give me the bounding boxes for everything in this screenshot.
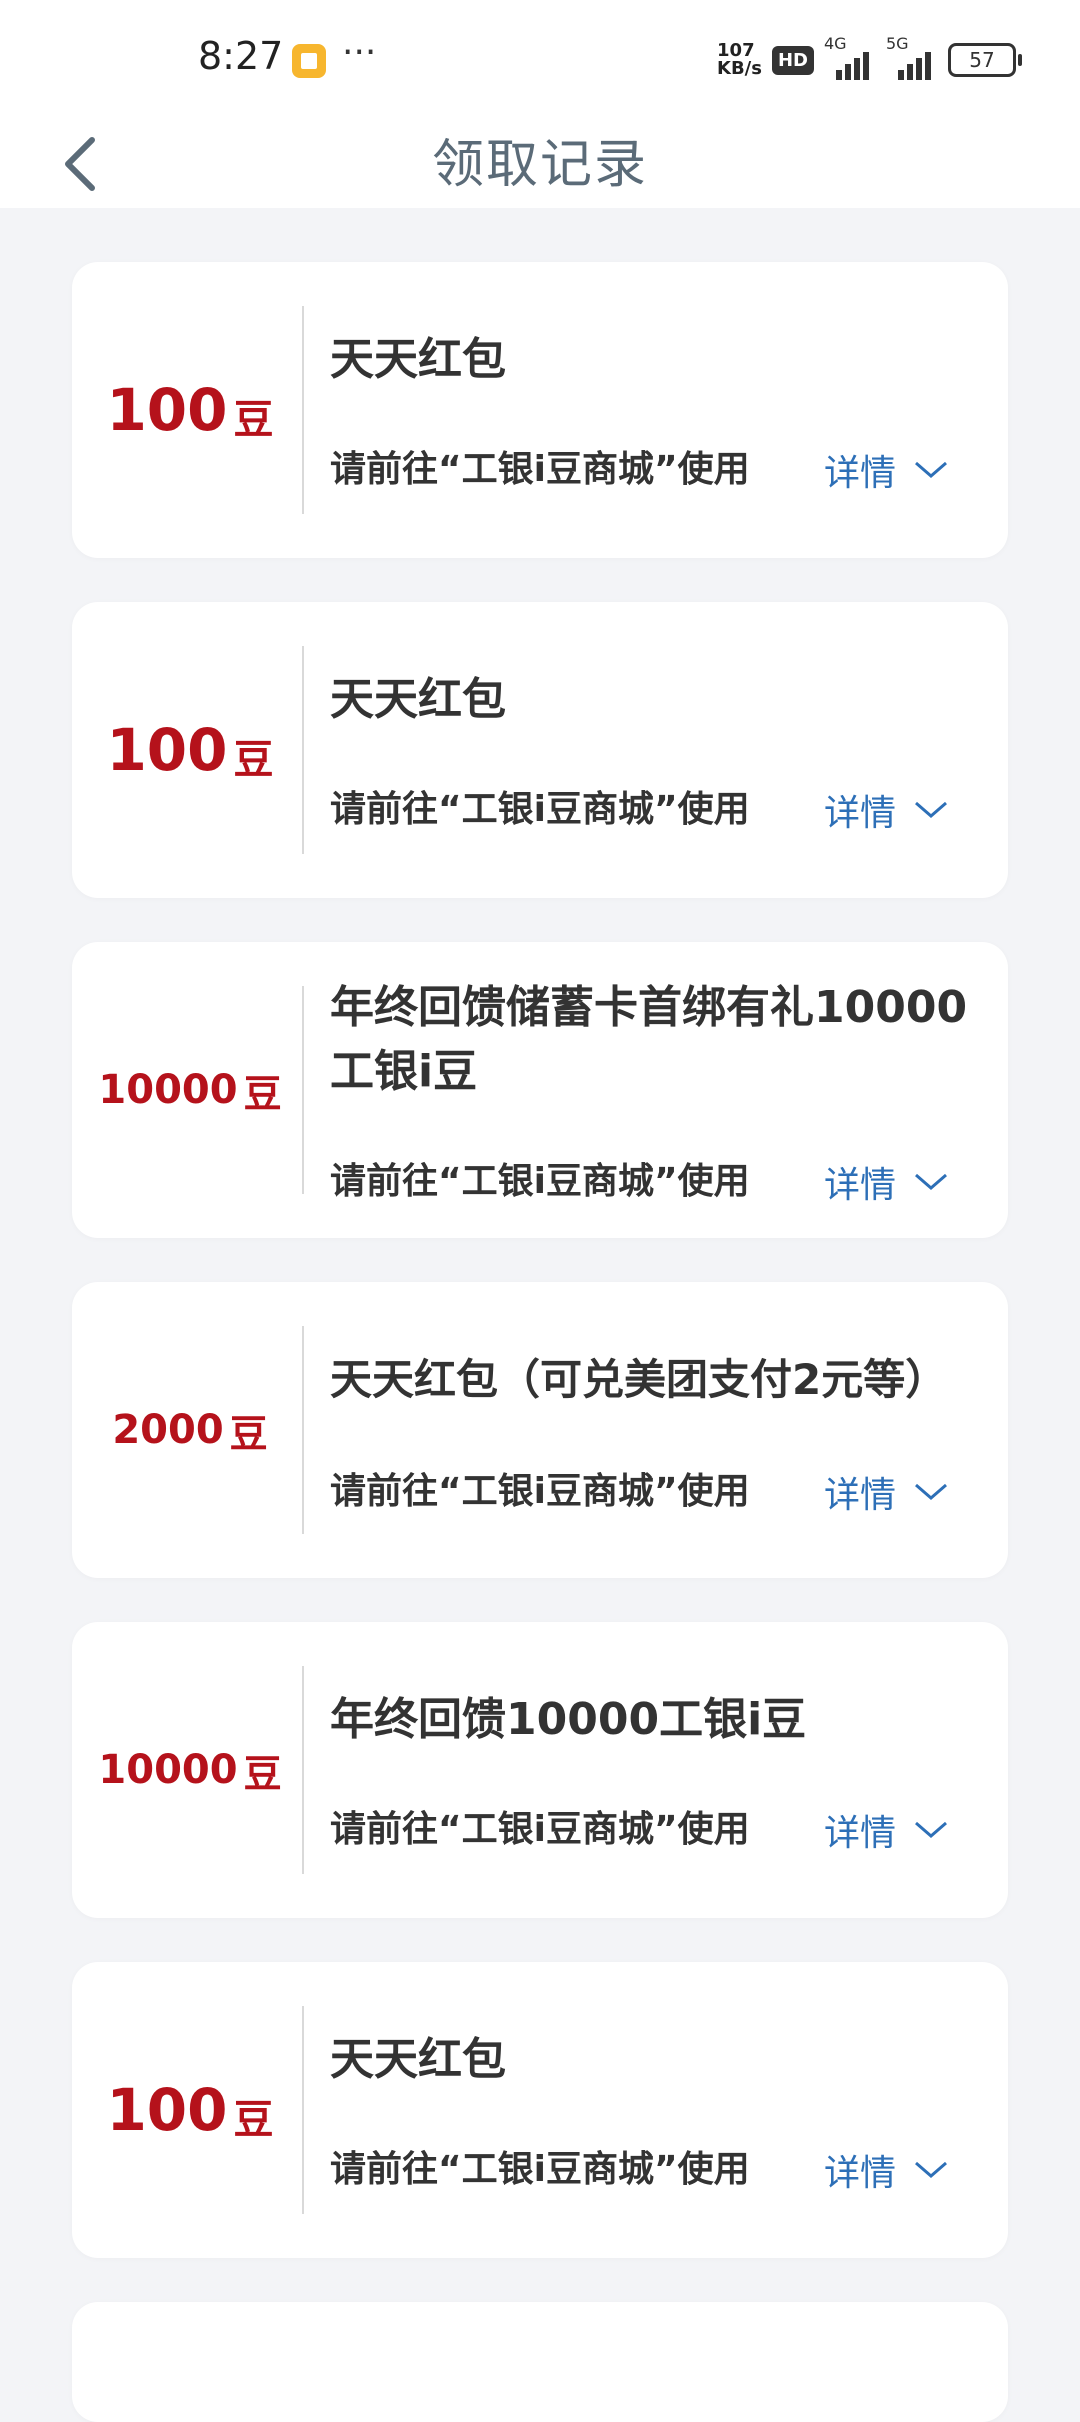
card-divider [302, 986, 304, 1194]
record-title: 年终回馈储蓄卡首绑有礼10000工银i豆 [330, 982, 968, 1097]
record-title: 天天红包 [330, 334, 506, 385]
record-title: 天天红包（可兑美团支付2元等） [330, 1355, 948, 1404]
record-amount: 10000 豆 [72, 1622, 308, 1918]
amount-value: 100 [106, 2076, 228, 2144]
record-description: 请前往“工银i豆商城”使用 [330, 789, 750, 830]
status-bar: 8:27 ··· 107 KB/s HD 4G 5G 57 [0, 0, 1080, 124]
amount-value: 10000 [98, 1067, 238, 1113]
records-list: 100 豆 天天红包 请前往“工银i豆商城”使用 详情 100 豆 天天红包 请… [0, 208, 1080, 2422]
network-speed-unit: KB/s [717, 58, 762, 79]
record-card: 100 豆 天天红包 请前往“工银i豆商城”使用 详情 [72, 602, 1008, 898]
signal-5g-label: 5G [886, 34, 909, 53]
chevron-down-icon [915, 1483, 947, 1500]
details-label: 详情 [823, 453, 896, 494]
record-card: 10000 豆 年终回馈10000工银i豆 请前往“工银i豆商城”使用 详情 [72, 1622, 1008, 1918]
record-description: 请前往“工银i豆商城”使用 [330, 2149, 750, 2190]
amount-unit: 豆 [229, 1411, 268, 1456]
details-toggle[interactable]: 详情 [824, 2144, 948, 2196]
notes-app-icon [292, 44, 326, 78]
chevron-down-icon [915, 1821, 947, 1838]
record-amount: 10000 豆 [72, 942, 308, 1238]
details-toggle[interactable]: 详情 [824, 1804, 948, 1856]
card-divider [302, 2006, 304, 2214]
details-label: 详情 [823, 1813, 896, 1854]
amount-unit: 豆 [233, 2097, 274, 2143]
record-title: 天天红包 [330, 2034, 506, 2085]
record-card: 100 豆 天天红包 请前往“工银i豆商城”使用 详情 [72, 262, 1008, 558]
signal-4g-icon: 4G [824, 34, 876, 80]
record-card-partial [72, 2302, 1008, 2422]
card-divider [302, 306, 304, 514]
page-title: 领取记录 [431, 135, 648, 195]
details-toggle[interactable]: 详情 [824, 1466, 948, 1518]
signal-4g-label: 4G [824, 34, 847, 53]
record-amount: 100 豆 [72, 262, 308, 558]
card-divider [302, 646, 304, 854]
record-description: 请前往“工银i豆商城”使用 [330, 1161, 750, 1202]
amount-value: 10000 [98, 1747, 238, 1793]
chevron-down-icon [915, 1173, 947, 1190]
record-amount: 100 豆 [72, 1962, 308, 2258]
record-description: 请前往“工银i豆商城”使用 [330, 1471, 750, 1512]
amount-value: 100 [106, 376, 228, 444]
status-indicators: 107 KB/s HD 4G 5G 57 [717, 34, 1022, 80]
amount-value: 100 [106, 716, 228, 784]
details-toggle[interactable]: 详情 [824, 444, 948, 496]
page-header: 领取记录 [0, 116, 1080, 208]
record-amount: 2000 豆 [72, 1282, 308, 1578]
hd-badge: HD [771, 45, 814, 75]
record-card: 2000 豆 天天红包（可兑美团支付2元等） 请前往“工银i豆商城”使用 详情 [72, 1282, 1008, 1578]
details-label: 详情 [823, 2153, 896, 2194]
amount-unit: 豆 [243, 1751, 282, 1796]
amount-value: 2000 [112, 1407, 224, 1453]
chevron-down-icon [915, 801, 947, 818]
record-title: 天天红包 [330, 674, 506, 725]
amount-unit: 豆 [243, 1071, 282, 1116]
record-card: 100 豆 天天红包 请前往“工银i豆商城”使用 详情 [72, 1962, 1008, 2258]
record-description: 请前往“工银i豆商城”使用 [330, 1809, 750, 1850]
details-label: 详情 [823, 1165, 896, 1206]
more-notifications-icon: ··· [342, 32, 377, 73]
amount-unit: 豆 [233, 737, 274, 783]
status-time: 8:27 [198, 34, 284, 78]
record-title: 年终回馈10000工银i豆 [330, 1694, 807, 1745]
signal-5g-icon: 5G [886, 34, 938, 80]
chevron-down-icon [915, 2161, 947, 2178]
details-label: 详情 [823, 1475, 896, 1516]
network-speed: 107 KB/s [717, 42, 762, 78]
record-card: 10000 豆 年终回馈储蓄卡首绑有礼10000工银i豆 请前往“工银i豆商城”… [72, 942, 1008, 1238]
amount-unit: 豆 [233, 397, 274, 443]
details-toggle[interactable]: 详情 [824, 784, 948, 836]
battery-icon: 57 [948, 43, 1022, 77]
details-label: 详情 [823, 793, 896, 834]
details-toggle[interactable]: 详情 [824, 1156, 948, 1208]
record-description: 请前往“工银i豆商城”使用 [330, 449, 750, 490]
chevron-down-icon [915, 461, 947, 478]
card-divider [302, 1326, 304, 1534]
record-amount: 100 豆 [72, 602, 308, 898]
card-divider [302, 1666, 304, 1874]
